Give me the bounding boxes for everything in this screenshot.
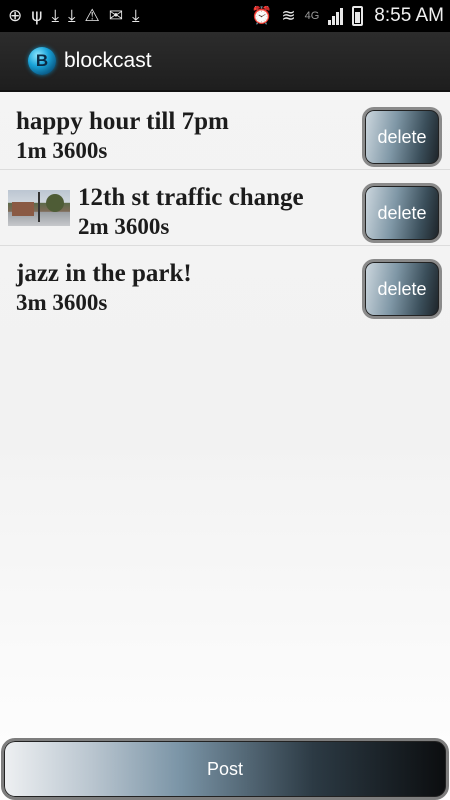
- app-title: blockcast: [64, 49, 152, 72]
- mail-icon: ✉: [108, 5, 123, 26]
- action-bar: B blockcast: [0, 32, 450, 92]
- battery-icon: [352, 6, 364, 26]
- system-icons: ⏰ ≋ 4G 8:55 AM: [251, 5, 444, 27]
- download-icon: ⤓: [67, 5, 76, 26]
- notification-icons: ⊕ ψ ⤓ ⤓ ⚠ ✉ ⤓: [8, 5, 140, 26]
- usb-icon: ψ: [31, 5, 43, 26]
- warning-icon: ⚠: [84, 5, 100, 26]
- list-item[interactable]: 12th st traffic change 2m 3600s delete: [0, 170, 450, 246]
- item-meta: 2m 3600s: [78, 214, 170, 239]
- network-type-label: 4G: [304, 9, 320, 22]
- status-time: 8:55 AM: [374, 5, 444, 26]
- post-button[interactable]: Post: [1, 738, 449, 800]
- download-icon: ⤓: [51, 5, 59, 26]
- add-icon: ⊕: [8, 5, 23, 26]
- wifi-icon: ≋: [281, 5, 296, 26]
- alarm-clock-icon: ⏰: [251, 5, 273, 26]
- item-title: jazz in the park!: [16, 260, 192, 287]
- item-text: happy hour till 7pm 1m 3600s: [16, 107, 229, 165]
- post-list: happy hour till 7pm 1m 3600s delete 12th…: [0, 94, 450, 322]
- list-item[interactable]: happy hour till 7pm 1m 3600s delete: [0, 94, 450, 170]
- download-icon: ⤓: [132, 5, 140, 26]
- item-text: 12th st traffic change 2m 3600s: [78, 183, 304, 241]
- item-thumbnail-image: [8, 190, 70, 226]
- delete-button[interactable]: delete: [362, 259, 442, 319]
- status-bar: ⊕ ψ ⤓ ⤓ ⚠ ✉ ⤓ ⏰ ≋ 4G 8:55 AM: [0, 0, 450, 32]
- item-meta: 1m 3600s: [16, 138, 108, 163]
- item-title: 12th st traffic change: [78, 184, 304, 211]
- item-text: jazz in the park! 3m 3600s: [16, 259, 192, 317]
- list-item[interactable]: jazz in the park! 3m 3600s delete: [0, 246, 450, 322]
- item-title: happy hour till 7pm: [16, 108, 229, 135]
- delete-button[interactable]: delete: [362, 183, 442, 243]
- signal-strength-icon: [328, 7, 344, 25]
- item-meta: 3m 3600s: [16, 290, 108, 315]
- app-logo-icon[interactable]: B: [28, 47, 56, 75]
- delete-button[interactable]: delete: [362, 107, 442, 167]
